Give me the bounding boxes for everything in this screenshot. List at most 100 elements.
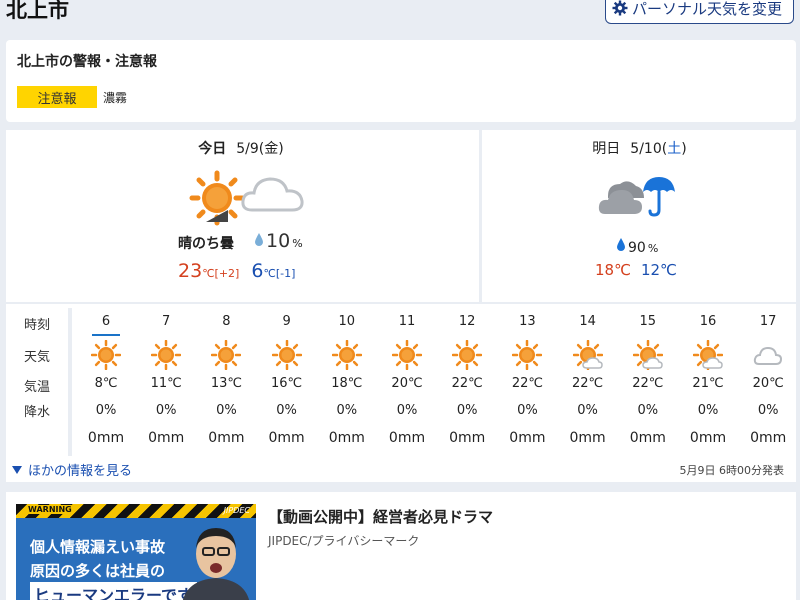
sun-cloud-icon — [558, 340, 618, 370]
hour-label: 10 — [338, 314, 356, 329]
then-arrow-icon — [206, 210, 228, 222]
tomorrow-high: 18 — [595, 261, 615, 279]
hour-label: 8 — [222, 314, 231, 329]
hour-label: 13 — [519, 314, 536, 329]
hour-precip-chance: 0% — [336, 403, 358, 418]
hour-precip-amount: 0mm — [689, 430, 727, 446]
hour-label: 7 — [162, 314, 171, 329]
hour-temp: 22℃ — [451, 376, 483, 391]
sun-icon — [497, 340, 557, 370]
hour-temp: 20℃ — [391, 376, 423, 391]
personal-button-label: パーソナル天気を変更 — [632, 0, 783, 18]
hour-column: 7 11℃ 0% 0mm — [136, 306, 196, 456]
hour-column: 14 22℃ 0% 0mm — [558, 306, 618, 456]
forecast-card: 今日 5/9(金) 晴のち曇 10% 23 ℃ [+2] 6 ℃ [-1] 明日… — [6, 130, 796, 482]
header: 北上市 パーソナル天気を変更 — [0, 0, 800, 32]
tomorrow-dow: 土 — [667, 141, 682, 157]
ad-headline[interactable]: 【動画公開中】経営者必見ドラマ — [268, 506, 493, 527]
hour-precip-chance: 0% — [396, 403, 418, 418]
hour-precip-chance: 0% — [155, 403, 177, 418]
tomorrow-date: 5/10 — [630, 141, 662, 157]
current-hour-indicator — [92, 334, 120, 336]
today-high-diff: [+2] — [214, 267, 240, 280]
hour-column: 10 18℃ 0% 0mm — [317, 306, 377, 456]
hour-precip-amount: 0mm — [148, 430, 185, 446]
divider — [6, 302, 796, 304]
raindrop-icon — [617, 238, 625, 251]
hour-precip-amount: 0mm — [328, 430, 365, 446]
hour-temp: 8℃ — [94, 376, 118, 391]
hour-column: 15 22℃ 0% 0mm — [618, 306, 678, 456]
row-label-precip: 降水 — [24, 405, 51, 420]
tomorrow-panel[interactable]: 明日 5/10(土) 90% 18℃ 12℃ — [483, 130, 796, 302]
triangle-down-icon — [12, 465, 22, 474]
sun-icon — [317, 340, 377, 370]
hour-precip-chance: 0% — [637, 403, 659, 418]
hour-temp: 22℃ — [632, 376, 664, 391]
sun-icon — [257, 340, 317, 370]
hour-precip-amount: 0mm — [569, 430, 606, 446]
hour-precip-amount: 0mm — [87, 430, 125, 446]
ad-banner-image[interactable]: WARNING JIPDEC 個人情報漏えい事故 原因の多くは社員の ヒューマン… — [16, 504, 256, 600]
hour-precip-chance: 0% — [95, 403, 117, 418]
hour-temp: 22℃ — [572, 376, 604, 391]
gear-icon — [612, 0, 628, 16]
sun-icon — [377, 340, 437, 370]
umbrella-icon — [643, 177, 675, 217]
tomorrow-rain-chance: 90% — [616, 238, 658, 256]
today-date: 5/9 — [236, 141, 259, 157]
ad-card[interactable]: WARNING JIPDEC 個人情報漏えい事故 原因の多くは社員の ヒューマン… — [6, 492, 796, 600]
hour-precip-amount: 0mm — [208, 430, 245, 446]
alerts-title: 北上市の警報・注意報 — [17, 54, 157, 70]
today-panel[interactable]: 今日 5/9(金) 晴のち曇 10% 23 ℃ [+2] 6 ℃ [-1] — [6, 130, 476, 302]
today-temps: 23 ℃ [+2] 6 ℃ [-1] — [178, 260, 296, 282]
hour-precip-amount: 0mm — [750, 430, 787, 446]
hour-temp: 21℃ — [692, 376, 724, 391]
hour-precip-chance: 0% — [577, 403, 598, 418]
tomorrow-label: 明日 — [592, 141, 621, 157]
ad-line2: 原因の多くは社員の — [30, 562, 166, 580]
more-info-link[interactable]: ほかの情報を見る — [12, 460, 132, 479]
row-label-temp: 気温 — [24, 380, 51, 395]
today-heading: 今日 5/9(金) — [198, 141, 284, 157]
hour-precip-chance: 0% — [276, 403, 297, 418]
hour-precip-amount: 0mm — [268, 430, 305, 446]
today-label: 今日 — [198, 141, 227, 157]
sun-icon — [437, 340, 497, 370]
ad-line3: ヒューマンエラーです — [30, 582, 198, 600]
alerts-card: 北上市の警報・注意報 注意報 濃霧 — [6, 40, 796, 122]
advisory-badge[interactable]: 注意報 — [17, 86, 97, 108]
hour-column: 12 22℃ 0% 0mm — [437, 306, 497, 456]
cloud-icon — [738, 340, 798, 370]
hour-precip-chance: 0% — [757, 403, 779, 418]
today-low: 6 — [251, 260, 264, 282]
hour-label: 17 — [759, 314, 777, 329]
hour-precip-amount: 0mm — [449, 430, 486, 446]
tomorrow-temps: 18℃ 12℃ — [595, 261, 677, 279]
ad-line1: 個人情報漏えい事故 — [30, 538, 166, 556]
hour-temp: 20℃ — [752, 376, 784, 391]
hour-column: 9 16℃ 0% 0mm — [257, 306, 317, 456]
sun-cloud-icon — [678, 340, 738, 370]
hour-label: 16 — [699, 314, 717, 329]
ad-sponsor: JIPDEC/プライバシーマーク — [268, 534, 420, 548]
divider — [479, 130, 482, 302]
hour-label: 6 — [101, 314, 111, 329]
cloud-icon — [598, 181, 644, 214]
personal-weather-button[interactable]: パーソナル天気を変更 — [605, 0, 794, 24]
hourly-forecast[interactable]: 時刻 天気 気温 降水 6 8℃ 0% 0mm 7 11℃ 0% 0mm 8 13℃ 0% 0mm 9 1… — [6, 306, 796, 456]
city-title: 北上市 — [6, 0, 69, 22]
ad-warning-text: WARNING — [26, 505, 74, 514]
raindrop-icon — [255, 233, 263, 246]
sun-icon — [76, 340, 136, 370]
cloud-icon — [241, 177, 304, 212]
more-info-label: ほかの情報を見る — [28, 464, 133, 479]
hour-precip-amount: 0mm — [629, 430, 666, 446]
today-low-diff: [-1] — [275, 267, 296, 280]
hour-temp: 18℃ — [331, 376, 363, 391]
hour-label: 11 — [398, 314, 416, 329]
hour-temp: 16℃ — [271, 376, 303, 391]
hour-label: 9 — [282, 314, 291, 329]
issued-time: 5月9日 6時00分発表 — [679, 464, 785, 477]
divider — [68, 308, 72, 456]
